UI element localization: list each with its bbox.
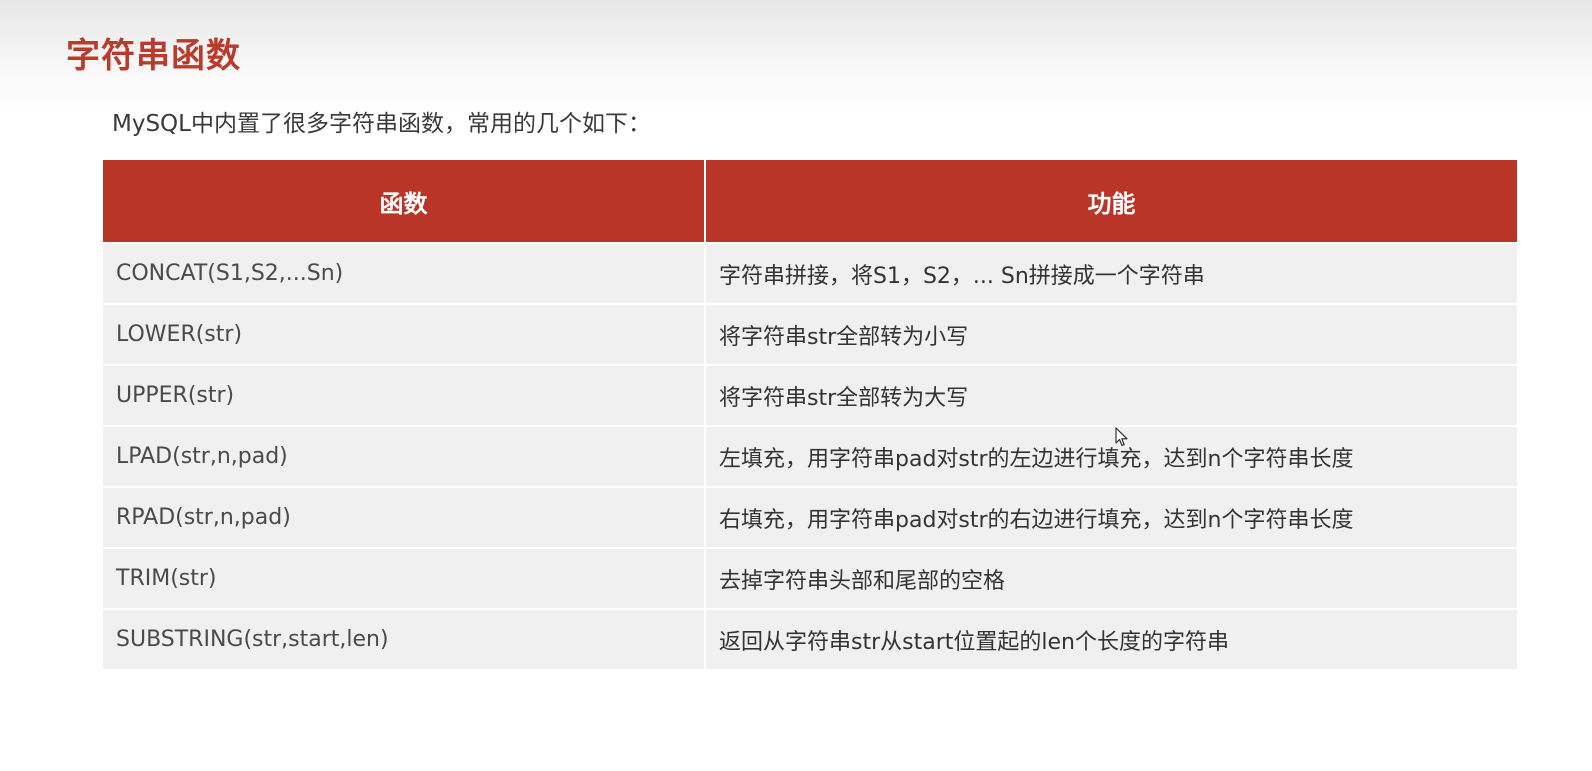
header-function: 函数 [379, 189, 428, 218]
description-cell: 字符串拼接，将S1，S2，... Sn拼接成一个字符串 [719, 263, 1205, 289]
function-cell: RPAD(str,n,pad) [116, 505, 291, 530]
description-cell: 去掉字符串头部和尾部的空格 [719, 568, 1006, 594]
function-cell: SUBSTRING(str,start,len) [116, 627, 389, 652]
description-cell: 将字符串str全部转为小写 [719, 324, 969, 350]
table-header: 函数 功能 [103, 160, 1517, 242]
table-row: CONCAT(S1,S2,...Sn) 字符串拼接，将S1，S2，... Sn拼… [103, 242, 1517, 303]
intro-text: MySQL中内置了很多字符串函数，常用的几个如下： [112, 111, 651, 137]
table-row: LOWER(str) 将字符串str全部转为小写 [103, 303, 1517, 364]
description-cell: 右填充，用字符串pad对str的右边进行填充，达到n个字符串长度 [719, 507, 1354, 533]
function-cell: CONCAT(S1,S2,...Sn) [116, 261, 344, 286]
description-cell: 返回从字符串str从start位置起的len个长度的字符串 [719, 629, 1229, 655]
function-cell: UPPER(str) [116, 383, 235, 408]
description-cell: 将字符串str全部转为大写 [719, 385, 969, 411]
functions-table: 函数 功能 CONCAT(S1,S2,...Sn) 字符串拼接，将S1，S2，.… [103, 160, 1517, 669]
table-row: RPAD(str,n,pad) 右填充，用字符串pad对str的右边进行填充，达… [103, 486, 1517, 547]
header-description: 功能 [1087, 189, 1136, 218]
table-row: SUBSTRING(str,start,len) 返回从字符串str从start… [103, 608, 1517, 669]
table-row: TRIM(str) 去掉字符串头部和尾部的空格 [103, 547, 1517, 608]
description-cell: 左填充，用字符串pad对str的左边进行填充，达到n个字符串长度 [719, 446, 1354, 472]
mouse-pointer-icon [1115, 427, 1128, 447]
page-title: 字符串函数 [66, 36, 241, 76]
function-cell: LOWER(str) [116, 322, 243, 347]
function-cell: LPAD(str,n,pad) [116, 444, 288, 469]
table-row: LPAD(str,n,pad) 左填充，用字符串pad对str的左边进行填充，达… [103, 425, 1517, 486]
function-cell: TRIM(str) [116, 566, 217, 591]
table-row: UPPER(str) 将字符串str全部转为大写 [103, 364, 1517, 425]
